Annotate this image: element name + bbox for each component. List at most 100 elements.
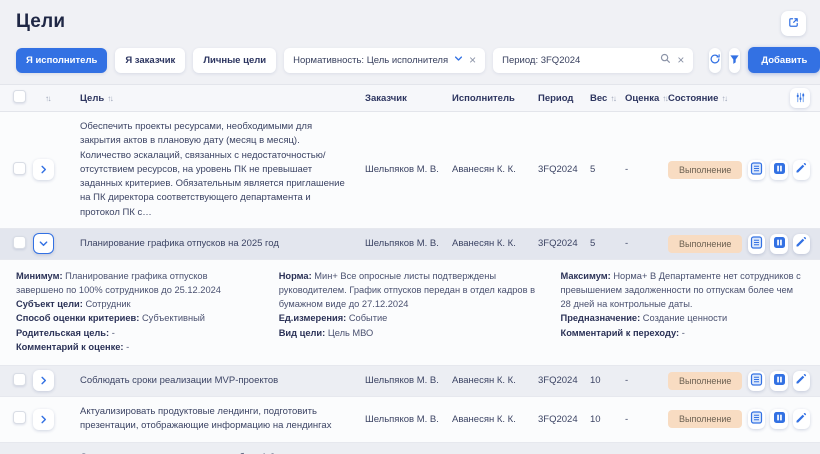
report-button[interactable] <box>748 370 766 391</box>
edit-button[interactable] <box>792 370 810 391</box>
status-badge: Выполнение <box>668 160 743 179</box>
pencil-icon <box>795 373 807 388</box>
expand-row-button[interactable] <box>33 370 54 392</box>
parent-goal-value: - <box>111 327 115 338</box>
refresh-icon <box>709 53 721 68</box>
clear-period-icon[interactable]: × <box>677 54 684 66</box>
executor-cell: Аванесян К. К. <box>452 375 516 387</box>
table-row: Планирование графика отпусков на 2025 го… <box>0 228 820 260</box>
document-list-icon <box>750 162 763 178</box>
table-row: Соблюдать сроки реализации MVP-проектов … <box>0 365 820 397</box>
column-weight[interactable]: Вес ↑↓ <box>590 93 625 104</box>
normativity-filter[interactable]: Нормативность: Цель исполнителя × <box>284 47 486 73</box>
sort-icon: ↑↓ <box>662 93 669 103</box>
report-button[interactable] <box>748 233 766 254</box>
table-row: Актуализировать продуктовые лендинги, по… <box>0 397 820 443</box>
column-customer: Заказчик <box>365 92 407 104</box>
column-state[interactable]: Состояние ↑↓ <box>668 93 748 104</box>
document-list-icon <box>750 373 763 389</box>
add-button[interactable]: Добавить <box>748 47 820 73</box>
purpose-value: Создание ценности <box>642 313 728 324</box>
tab-i-am-executor[interactable]: Я исполнитель <box>16 47 108 73</box>
search-icon[interactable] <box>660 53 671 67</box>
table-header: ↑↓ Цель ↑↓ Заказчик Исполнитель Период Ве… <box>0 84 820 112</box>
goal-text: Планирование графика отпусков на 2025 го… <box>80 237 279 249</box>
pause-button[interactable] <box>770 233 788 254</box>
column-settings-button[interactable] <box>790 88 810 108</box>
export-button[interactable] <box>781 11 806 36</box>
column-score[interactable]: Оценка ↑↓ <box>625 93 669 104</box>
pencil-icon <box>795 162 807 177</box>
chevron-down-icon <box>39 236 48 251</box>
pause-button[interactable] <box>770 370 788 391</box>
details-column-norm: Норма: Мин+ Все опросные листы подтвержд… <box>278 271 536 338</box>
goal-text: Обеспечить проекты ресурсами, необходимы… <box>80 121 345 218</box>
tab-i-am-customer[interactable]: Я заказчик <box>115 47 186 73</box>
sort-icon: ↑↓ <box>721 93 728 103</box>
row-checkbox[interactable] <box>13 372 26 386</box>
edit-button[interactable] <box>792 233 810 254</box>
top-bar: Цели <box>0 0 820 36</box>
page-title: Цели <box>16 11 66 32</box>
method-value: Субъективный <box>141 313 205 324</box>
sort-icon[interactable]: ↑↓ <box>45 94 52 103</box>
external-link-icon <box>787 16 800 32</box>
goals-table: ↑↓ Цель ↑↓ Заказчик Исполнитель Период Ве… <box>0 84 820 454</box>
edit-button[interactable] <box>792 159 810 180</box>
expand-row-button[interactable] <box>33 408 54 430</box>
row-checkbox[interactable] <box>13 161 26 175</box>
chevron-right-icon <box>39 373 48 388</box>
filter-button[interactable] <box>729 47 741 73</box>
details-column-max: Максимум: Норма+ В Департаменте нет сотр… <box>560 271 801 338</box>
edit-button[interactable] <box>792 409 810 430</box>
column-goal[interactable]: Цель ↑↓ <box>62 93 365 104</box>
score-cell: - <box>625 375 629 387</box>
pause-icon <box>773 162 786 178</box>
pause-button[interactable] <box>770 409 788 430</box>
score-cell: - <box>625 164 629 176</box>
pause-icon <box>773 373 786 389</box>
period-cell: 3FQ2024 <box>538 164 578 176</box>
chevron-right-icon <box>39 162 48 177</box>
column-executor: Исполнитель <box>452 92 515 104</box>
customer-cell: Шельпяков М. В. <box>365 238 439 250</box>
score-cell: - <box>625 413 629 425</box>
pause-icon <box>773 236 786 252</box>
clear-filter-icon[interactable]: × <box>469 54 476 66</box>
customer-cell: Шельпяков М. В. <box>365 375 439 387</box>
report-button[interactable] <box>748 159 766 180</box>
pause-icon <box>773 411 786 427</box>
pencil-icon <box>795 236 807 251</box>
period-cell: 3FQ2024 <box>538 375 578 387</box>
pause-button[interactable] <box>770 159 788 180</box>
refresh-button[interactable] <box>709 47 722 73</box>
weight-cell: 10 <box>590 375 601 387</box>
chevron-right-icon <box>39 412 48 427</box>
weight-cell: 10 <box>590 413 601 425</box>
sort-icon: ↑↓ <box>610 93 617 103</box>
unit-value: Событие <box>348 313 388 324</box>
row-checkbox[interactable] <box>13 411 26 425</box>
norm-value: Мин+ Все опросные листы подтверждены рук… <box>278 271 536 310</box>
status-badge: Выполнение <box>668 371 743 390</box>
details-column-min: Минимум: Планирование графика отпусков з… <box>16 271 221 352</box>
document-list-icon <box>750 236 763 252</box>
table-row: Обеспечить проекты ресурсами, необходимы… <box>0 112 820 229</box>
status-badge: Выполнение <box>668 234 743 253</box>
goal-text: Организовать свою оперативную работу 1-2… <box>62 443 365 454</box>
tab-personal-goals[interactable]: Личные цели <box>193 47 277 73</box>
column-period: Период <box>538 92 574 104</box>
weight-cell: 5 <box>590 238 596 250</box>
period-filter[interactable]: Период: 3FQ2024 × <box>493 47 694 73</box>
expand-row-button[interactable] <box>33 159 54 181</box>
select-all-checkbox[interactable] <box>13 90 26 103</box>
goals-page: Цели Я исполнитель Я заказчик Личные цел… <box>0 0 820 454</box>
period-cell: 3FQ2024 <box>538 238 578 250</box>
report-button[interactable] <box>748 409 766 430</box>
collapse-row-button[interactable] <box>33 233 54 255</box>
chevron-down-icon[interactable] <box>454 54 463 66</box>
score-comment-value: - <box>126 341 130 352</box>
normativity-filter-label: Нормативность: Цель исполнителя <box>293 54 449 66</box>
funnel-icon <box>729 53 740 68</box>
row-checkbox[interactable] <box>13 235 26 249</box>
